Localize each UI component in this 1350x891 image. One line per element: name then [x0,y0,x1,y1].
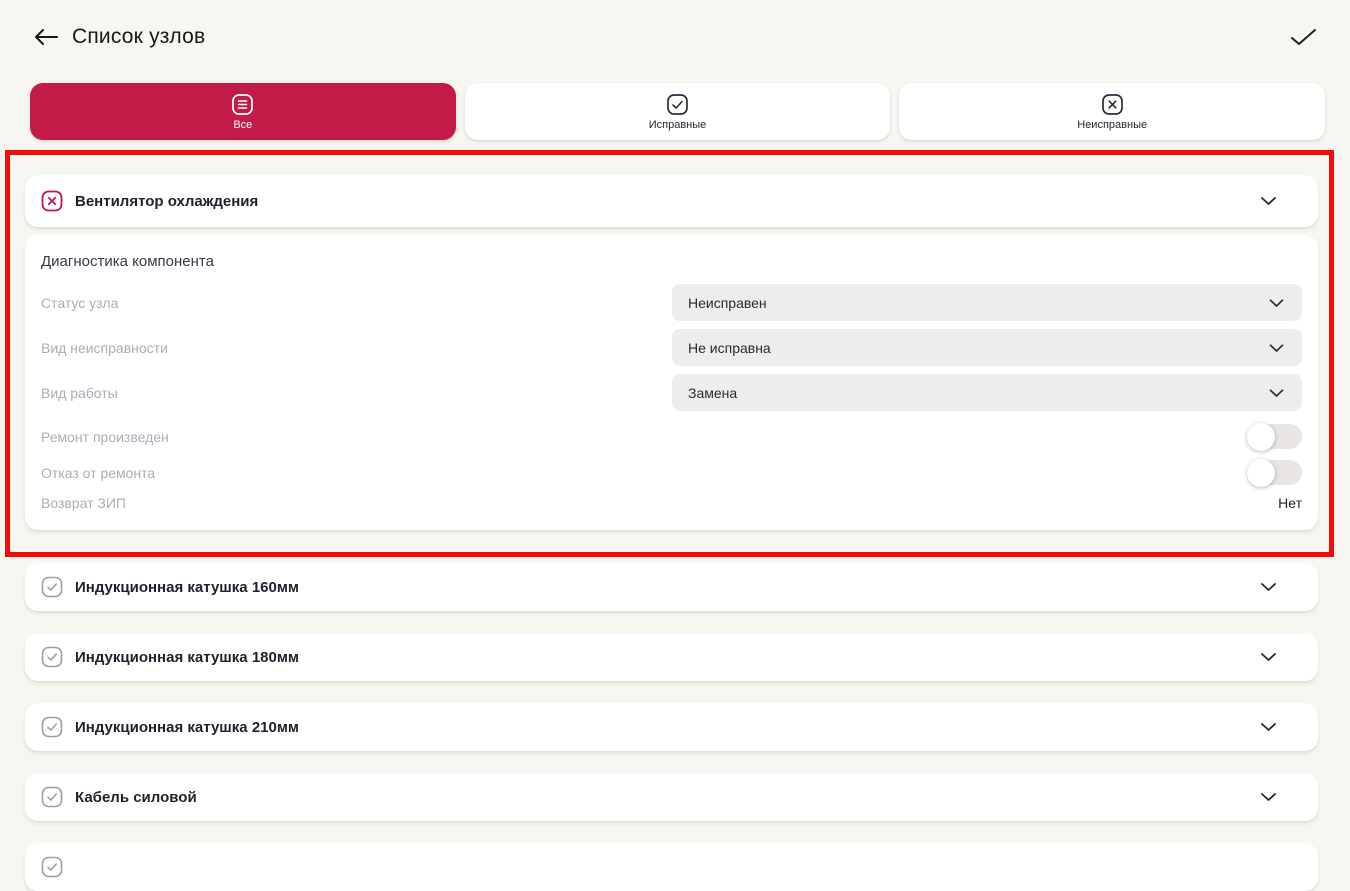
check-icon [1290,28,1317,46]
components-list: Индукционная катушка 160мм Индукционная … [25,563,1318,891]
fault-type-value: Не исправна [688,340,771,356]
work-type-value: Замена [688,385,737,401]
tab-working[interactable]: Исправные [465,83,891,140]
field-label: Отказ от ремонта [41,465,1248,481]
accordion-header-cooling-fan[interactable]: Вентилятор охлаждения [25,175,1318,227]
confirm-button[interactable] [1286,23,1320,51]
field-row-repair-done: Ремонт произведен [41,423,1302,450]
back-button[interactable] [30,23,62,51]
chevron-down-icon [1269,343,1284,353]
check-square-icon [41,576,63,598]
work-type-select[interactable]: Замена [672,374,1302,411]
x-square-icon [41,190,63,212]
field-row-zip-return: Возврат ЗИП Нет [41,493,1302,513]
chevron-down-icon [1260,721,1277,733]
chevron-down-icon [1260,581,1277,593]
arrow-left-icon [33,28,59,46]
page-title: Список узлов [72,25,205,49]
node-status-select[interactable]: Неисправен [672,284,1302,321]
chevron-down-icon [1269,298,1284,308]
zip-return-value: Нет [1278,495,1302,511]
repair-done-toggle[interactable] [1248,424,1302,449]
diagnostics-section-title: Диагностика компонента [41,253,1302,270]
field-row-fault-type: Вид неисправности Не исправна [41,329,1302,366]
toggle-knob [1247,423,1275,451]
chevron-down-icon [1269,388,1284,398]
accordion-header-partial[interactable] [25,843,1318,891]
accordion-header-coil-160[interactable]: Индукционная катушка 160мм [25,563,1318,611]
tab-faulty-label: Неисправные [1077,119,1147,131]
component-title: Индукционная катушка 160мм [75,579,299,596]
component-title: Кабель силовой [75,789,197,806]
accordion-header-power-cable[interactable]: Кабель силовой [25,773,1318,821]
x-square-icon [1101,93,1124,116]
accordion-header-coil-210[interactable]: Индукционная катушка 210мм [25,703,1318,751]
filter-tabs: Все Исправные Неисправные [30,83,1325,140]
node-status-value: Неисправен [688,295,767,311]
chevron-down-icon[interactable] [1260,195,1277,207]
field-row-node-status: Статус узла Неисправен [41,284,1302,321]
field-label: Вид работы [41,385,672,401]
tab-all[interactable]: Все [30,83,456,140]
toggle-knob [1247,459,1275,487]
component-title: Вентилятор охлаждения [75,193,258,210]
selected-component-highlight: Вентилятор охлаждения Диагностика компон… [5,150,1334,557]
check-square-icon [41,856,63,878]
node-list-page: Список узлов Все [0,0,1350,853]
list-square-icon [231,93,254,116]
tab-working-label: Исправные [649,119,707,131]
check-square-icon [666,93,689,116]
field-label: Вид неисправности [41,340,672,356]
repair-refused-toggle[interactable] [1248,460,1302,485]
tab-faulty[interactable]: Неисправные [899,83,1325,140]
field-label: Статус узла [41,295,672,311]
field-row-repair-refused: Отказ от ремонта [41,459,1302,486]
component-title: Индукционная катушка 180мм [75,649,299,666]
check-square-icon [41,786,63,808]
chevron-down-icon [1260,791,1277,803]
chevron-down-icon [1260,651,1277,663]
accordion-header-coil-180[interactable]: Индукционная катушка 180мм [25,633,1318,681]
fault-type-select[interactable]: Не исправна [672,329,1302,366]
component-title: Индукционная катушка 210мм [75,719,299,736]
field-row-work-type: Вид работы Замена [41,374,1302,411]
field-label: Возврат ЗИП [41,495,1278,511]
diagnostics-card: Диагностика компонента Статус узла Неисп… [25,235,1318,530]
header: Список узлов [0,0,1350,52]
check-square-icon [41,646,63,668]
field-label: Ремонт произведен [41,429,1248,445]
check-square-icon [41,716,63,738]
tab-all-label: Все [233,119,252,131]
